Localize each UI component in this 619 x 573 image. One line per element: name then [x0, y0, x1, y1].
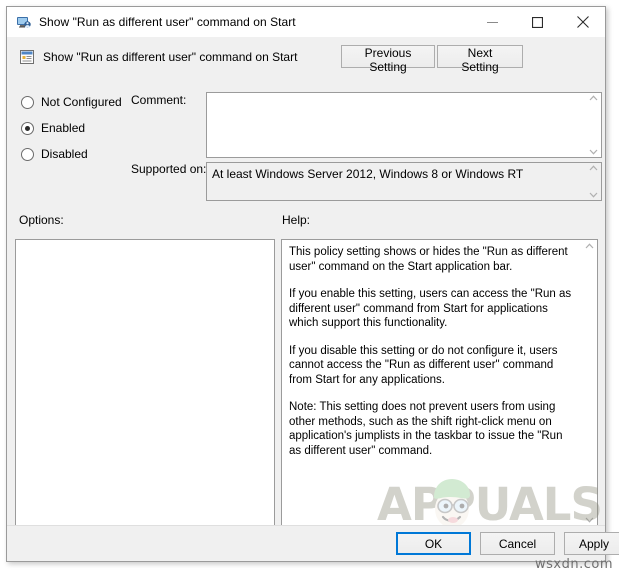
- supported-on-value: At least Windows Server 2012, Windows 8 …: [212, 167, 524, 181]
- help-paragraph: If you disable this setting or do not co…: [289, 344, 558, 386]
- policy-monitor-icon: [16, 14, 32, 30]
- close-icon: [576, 16, 589, 28]
- options-label: Options:: [19, 213, 64, 227]
- help-scrollbar[interactable]: [581, 240, 597, 526]
- help-paragraph: Note: This setting does not prevent user…: [289, 401, 563, 457]
- supported-on-field: At least Windows Server 2012, Windows 8 …: [206, 162, 602, 201]
- chevron-up-icon: [589, 95, 597, 101]
- supported-on-label: Supported on:: [131, 162, 207, 176]
- setting-title: Show "Run as different user" command on …: [43, 50, 298, 64]
- help-text: This policy setting shows or hides the "…: [282, 240, 581, 526]
- chevron-down-icon: [589, 192, 597, 198]
- radio-label: Disabled: [41, 147, 88, 161]
- comment-field[interactable]: [206, 92, 602, 158]
- maximize-button[interactable]: [515, 8, 560, 37]
- radio-indicator: [21, 147, 34, 161]
- ok-button[interactable]: OK: [396, 532, 471, 555]
- help-panel: This policy setting shows or hides the "…: [281, 239, 598, 527]
- minimize-button[interactable]: [470, 8, 515, 37]
- radio-label: Not Configured: [41, 95, 122, 109]
- setting-header: Show "Run as different user" command on …: [7, 37, 605, 77]
- chevron-up-icon: [589, 165, 597, 171]
- apply-button[interactable]: Apply: [564, 532, 619, 555]
- radio-enabled[interactable]: Enabled: [21, 115, 191, 141]
- next-setting-button[interactable]: Next Setting: [437, 45, 523, 74]
- help-paragraph: This policy setting shows or hides the "…: [289, 246, 568, 273]
- supported-on-scrollbar[interactable]: [585, 163, 601, 200]
- previous-setting-button[interactable]: Previous Setting: [341, 45, 435, 74]
- chevron-up-icon: [585, 243, 593, 249]
- maximize-icon: [532, 16, 543, 28]
- close-button[interactable]: [560, 8, 605, 37]
- policy-setting-icon: [19, 49, 35, 65]
- options-panel[interactable]: [15, 239, 275, 527]
- radio-indicator: [21, 95, 34, 109]
- radio-indicator: [21, 121, 34, 135]
- radio-label: Enabled: [41, 121, 86, 135]
- help-label: Help:: [282, 213, 311, 227]
- chevron-down-icon: [585, 517, 593, 523]
- window-title: Show "Run as different user" command on …: [39, 15, 296, 29]
- cancel-button[interactable]: Cancel: [480, 532, 555, 555]
- comment-scrollbar[interactable]: [585, 93, 601, 157]
- comment-label: Comment:: [131, 93, 187, 107]
- help-paragraph: If you enable this setting, users can ac…: [289, 288, 572, 329]
- policy-setting-dialog: Show "Run as different user" command on …: [6, 6, 619, 562]
- minimize-icon: [487, 21, 498, 23]
- title-bar: Show "Run as different user" command on …: [7, 7, 605, 37]
- dialog-footer: OK Cancel Apply: [7, 525, 619, 561]
- comment-input[interactable]: [207, 93, 585, 157]
- chevron-down-icon: [589, 149, 597, 155]
